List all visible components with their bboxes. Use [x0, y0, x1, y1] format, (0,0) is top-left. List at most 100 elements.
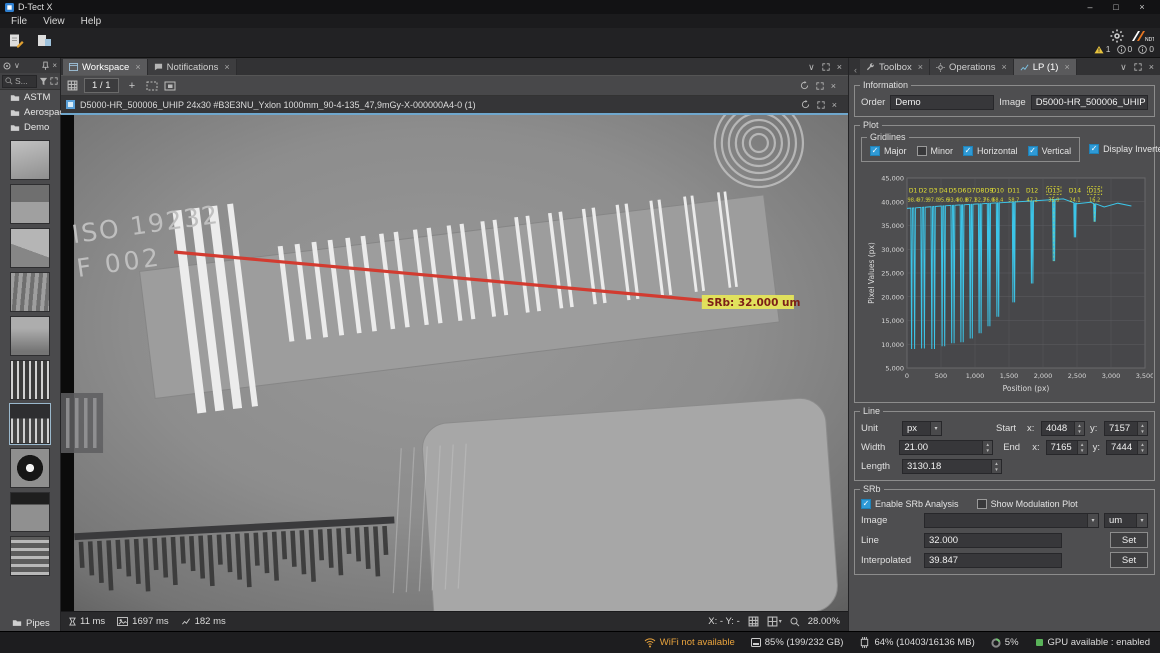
- layout-grid-icon[interactable]: [67, 80, 78, 91]
- start-y-input[interactable]: 7157: [1104, 421, 1148, 436]
- selection-rect-icon[interactable]: [146, 81, 158, 91]
- radiograph-viewport[interactable]: ISO 19232 F 002: [61, 115, 848, 611]
- tab-close-icon[interactable]: ×: [135, 62, 140, 72]
- chevron-down-icon[interactable]: ∨: [14, 61, 20, 70]
- pin-icon[interactable]: [42, 61, 49, 70]
- warning-indicator[interactable]: 1: [1094, 44, 1111, 54]
- filter-funnel-icon[interactable]: [39, 77, 48, 86]
- wifi-icon: [644, 638, 656, 648]
- tab-notifications[interactable]: Notifications ×: [148, 59, 237, 75]
- length-input[interactable]: 3130.18: [902, 459, 1002, 474]
- line-profile-chart[interactable]: 05001,0001,5002,0002,5003,0003,50045,000…: [863, 170, 1153, 396]
- thumbnail[interactable]: [10, 272, 50, 312]
- tab-close-icon[interactable]: ×: [224, 62, 229, 72]
- tab-lp[interactable]: LP (1) ×: [1014, 59, 1077, 75]
- checkbox-vertical[interactable]: Vertical: [1028, 146, 1072, 156]
- refresh-icon[interactable]: [801, 100, 810, 109]
- unit-label: Unit: [861, 423, 897, 434]
- panel-close-icon[interactable]: ×: [1149, 62, 1154, 72]
- svg-text:NDT: NDT: [1145, 37, 1154, 43]
- sidebar-folder[interactable]: ASTM: [0, 90, 60, 105]
- chevron-down-icon[interactable]: ∨: [1120, 62, 1127, 73]
- srb-interpolated-set-button[interactable]: Set: [1110, 552, 1148, 568]
- edit-report-icon[interactable]: [8, 33, 24, 49]
- tab-close-icon[interactable]: ×: [1064, 62, 1069, 72]
- zoom-icon[interactable]: [790, 617, 800, 627]
- scroll-left-icon[interactable]: ‹: [851, 65, 860, 75]
- grid-overlay-icon[interactable]: [748, 616, 759, 627]
- tab-close-icon[interactable]: ×: [918, 62, 923, 72]
- zoom-level[interactable]: 28.00%: [808, 616, 840, 627]
- sidebar-folder[interactable]: Aerospace: [0, 105, 60, 120]
- message-indicator[interactable]: 0: [1138, 44, 1154, 54]
- menu-help[interactable]: Help: [73, 16, 110, 27]
- chevron-down-icon[interactable]: ∨: [808, 62, 815, 73]
- image-tab-title[interactable]: D5000-HR_500006_UHIP 24x30 #B3E3NU_Yxlon…: [80, 100, 476, 110]
- image-label: Image: [999, 97, 1025, 108]
- srb-unit-dropdown[interactable]: um▾: [1104, 513, 1148, 528]
- thumbnail[interactable]: [10, 316, 50, 356]
- thumbnail[interactable]: [10, 360, 50, 400]
- checkbox-minor[interactable]: Minor: [917, 146, 954, 156]
- end-x-input[interactable]: 7165: [1046, 440, 1088, 455]
- crop-icon[interactable]: [164, 81, 176, 91]
- tab-toolbox[interactable]: Toolbox ×: [860, 59, 930, 75]
- thumbnail[interactable]: [10, 492, 50, 532]
- svg-text:D1: D1: [909, 188, 918, 195]
- sidebar-item-pipes[interactable]: Pipes: [0, 615, 60, 631]
- panel-close-icon[interactable]: ×: [831, 81, 836, 91]
- maximize-button[interactable]: □: [1103, 0, 1129, 14]
- checkbox-enable-srb[interactable]: Enable SRb Analysis: [861, 499, 959, 509]
- width-input[interactable]: 21.00: [899, 440, 993, 455]
- thumbnail[interactable]: [10, 184, 50, 224]
- maximize-panel-icon[interactable]: [816, 82, 824, 90]
- checkbox-show-modulation[interactable]: Show Modulation Plot: [977, 499, 1078, 509]
- srb-interpolated-value[interactable]: 39.847: [924, 553, 1062, 568]
- panel-close-icon[interactable]: ×: [52, 61, 57, 70]
- add-view-button[interactable]: +: [125, 78, 140, 94]
- order-field[interactable]: Demo: [890, 95, 994, 110]
- checkbox-major[interactable]: Major: [870, 146, 907, 156]
- caret-down-icon[interactable]: ▾: [779, 618, 782, 625]
- menu-view[interactable]: View: [35, 16, 73, 27]
- start-x-input[interactable]: 4048: [1041, 421, 1085, 436]
- svg-text:Position (px): Position (px): [1003, 384, 1050, 393]
- thumbnail[interactable]: [10, 536, 50, 576]
- expand-icon[interactable]: [50, 77, 58, 85]
- wifi-status: WiFi not available: [644, 637, 735, 648]
- maximize-panel-icon[interactable]: [822, 63, 830, 71]
- thumbnail[interactable]: [10, 448, 50, 488]
- srb-image-dropdown[interactable]: ▾: [924, 513, 1099, 528]
- svg-text:45,000: 45,000: [881, 175, 904, 183]
- checkbox-horizontal[interactable]: Horizontal: [963, 146, 1018, 156]
- grid-options-icon[interactable]: [767, 616, 778, 627]
- minimize-button[interactable]: –: [1077, 0, 1103, 14]
- warning-icon: [1094, 45, 1104, 54]
- refresh-icon[interactable]: [800, 81, 809, 90]
- target-icon[interactable]: [3, 62, 11, 70]
- menu-file[interactable]: File: [3, 16, 35, 27]
- tab-close-icon[interactable]: ×: [1002, 62, 1007, 72]
- maximize-panel-icon[interactable]: [817, 101, 825, 109]
- thumbnail[interactable]: [10, 228, 50, 268]
- srb-line-value[interactable]: 32.000: [924, 533, 1062, 548]
- unit-dropdown[interactable]: px▾: [902, 421, 942, 436]
- search-input[interactable]: S...: [2, 75, 37, 88]
- tab-workspace[interactable]: Workspace ×: [63, 59, 148, 75]
- error-indicator[interactable]: 0: [1117, 44, 1133, 54]
- thumbnail[interactable]: [10, 140, 50, 180]
- settings-gear-icon[interactable]: [1110, 29, 1124, 43]
- export-image-icon[interactable]: [36, 33, 52, 49]
- image-field[interactable]: D5000-HR_500006_UHIP 24x30 #B3E3NU_Yxlon…: [1031, 95, 1148, 110]
- tab-operations[interactable]: Operations ×: [930, 59, 1014, 75]
- checkbox-display-inverted[interactable]: Display Inverted Values: [1089, 135, 1160, 162]
- maximize-panel-icon[interactable]: [1134, 63, 1142, 71]
- end-y-input[interactable]: 7444: [1106, 440, 1148, 455]
- thumbnail[interactable]: [10, 404, 50, 444]
- close-button[interactable]: ×: [1129, 0, 1155, 14]
- sidebar-folder[interactable]: Demo: [0, 120, 60, 135]
- srb-line-set-button[interactable]: Set: [1110, 532, 1148, 548]
- tab-close-icon[interactable]: ×: [832, 100, 837, 110]
- panel-close-icon[interactable]: ×: [837, 62, 842, 72]
- acquisition-time: 11 ms: [69, 616, 105, 627]
